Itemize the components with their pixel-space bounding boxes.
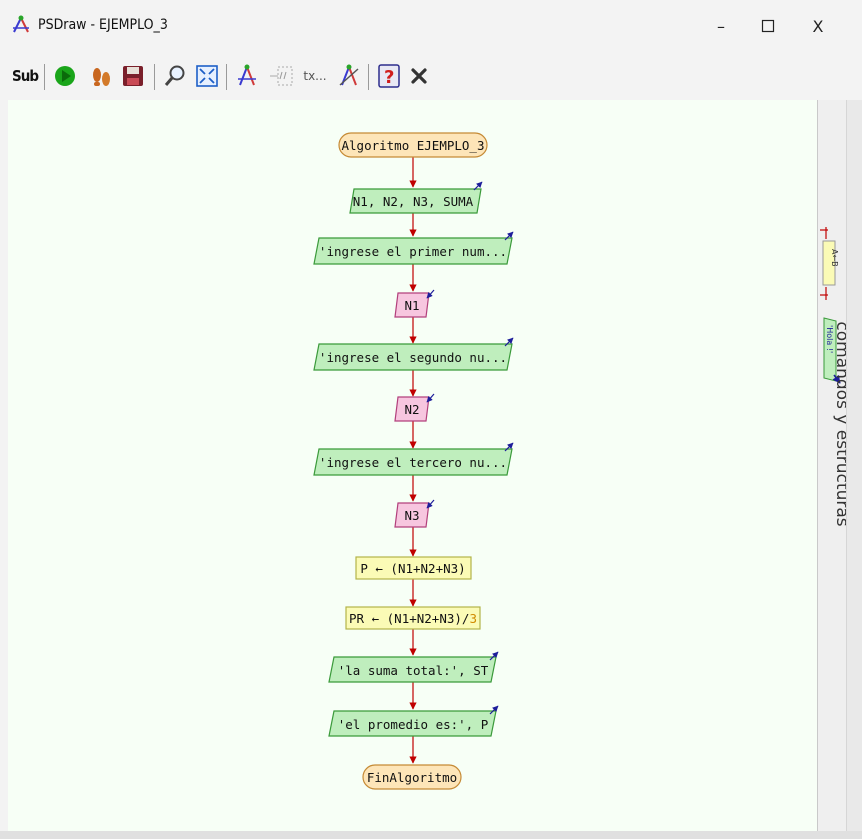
compass-icon [238, 64, 256, 86]
assign-block-2-label: PR ← (N1+N2+N3)/3 [349, 611, 477, 626]
assign-block-2[interactable]: PR ← (N1+N2+N3)/3 [345, 606, 481, 630]
flowchart-svg: Algoritmo EJEMPLO_3 N1, N2, N3, SUMA 'in… [313, 132, 514, 790]
window-title: PSDraw - EJEMPLO_3 [38, 17, 168, 33]
end-terminal-label: FinAlgoritmo [367, 770, 457, 785]
edit-draw-button[interactable] [334, 60, 364, 92]
read-block-2[interactable]: N2 [394, 393, 435, 422]
psdraw-app-icon [13, 15, 29, 33]
assign-tool-label: A←B [830, 249, 839, 267]
read-block-2-label: N2 [404, 402, 419, 417]
text-tool-label: tx... [303, 69, 327, 83]
toolbar-separator [154, 64, 155, 90]
svg-text:?: ? [384, 67, 394, 88]
maximize-icon [761, 19, 775, 33]
comment-button[interactable] [266, 60, 296, 92]
fit-view-button[interactable] [192, 60, 222, 92]
window-bottom-edge [0, 831, 862, 839]
zoom-button[interactable] [160, 60, 190, 92]
help-button[interactable]: ? [374, 60, 404, 92]
close-icon: X [812, 16, 824, 36]
comment-lines-icon [270, 66, 293, 86]
write-block-1-label: 'ingrese el primer num... [319, 244, 507, 259]
write-block-5[interactable]: 'el promedio es:', P [328, 705, 499, 737]
step-by-step-button[interactable] [86, 60, 116, 92]
define-variables-label: N1, N2, N3, SUMA [353, 194, 474, 209]
end-terminal[interactable]: FinAlgoritmo [362, 764, 462, 790]
write-block-2-label: 'ingrese el segundo nu... [319, 350, 507, 365]
read-block-1[interactable]: N1 [394, 289, 435, 318]
commands-side-panel[interactable]: A←B 'Hola !' comandos y estructuras [817, 100, 852, 831]
assign-block-2-expression: PR ← (N1+N2+N3)/ [349, 611, 469, 626]
expand-icon [196, 65, 218, 87]
toolbar: Sub tx... ? [0, 54, 862, 100]
toolbar-separator [44, 64, 45, 90]
define-variables-block[interactable]: N1, N2, N3, SUMA [349, 181, 483, 214]
subprocess-label: Sub [12, 67, 39, 85]
minimize-icon: – [717, 16, 725, 36]
toolbar-separator [226, 64, 227, 90]
floppy-disk-icon [123, 66, 143, 86]
write-block-1[interactable]: 'ingrese el primer num... [313, 231, 514, 265]
flowchart-canvas[interactable]: Algoritmo EJEMPLO_3 N1, N2, N3, SUMA 'in… [8, 100, 817, 831]
write-block-3-label: 'ingrese el tercero nu... [319, 455, 507, 470]
write-block-5-label: 'el promedio es:', P [338, 717, 489, 732]
subprocess-button[interactable]: Sub [8, 60, 42, 92]
close-x-icon [411, 68, 427, 84]
read-block-1-label: N1 [404, 298, 419, 313]
save-button[interactable] [118, 60, 148, 92]
assign-block-1[interactable]: P ← (N1+N2+N3) [355, 556, 472, 580]
magnifier-icon [164, 65, 185, 86]
start-terminal[interactable]: Algoritmo EJEMPLO_3 [338, 132, 488, 158]
vertical-scrollbar[interactable] [846, 100, 862, 831]
assign-block-2-number: 3 [469, 611, 477, 626]
toolbar-separator [368, 64, 369, 90]
read-block-3[interactable]: N3 [394, 499, 435, 528]
assign-tool-icon[interactable]: A←B [820, 227, 839, 300]
title-bar: PSDraw - EJEMPLO_3 – X [0, 0, 862, 54]
assign-block-1-label: P ← (N1+N2+N3) [360, 561, 465, 576]
run-button[interactable] [50, 60, 80, 92]
help-icon: ? [378, 64, 400, 88]
maximize-button[interactable] [748, 10, 788, 42]
close-button[interactable]: X [798, 10, 838, 42]
text-tool-button[interactable]: tx... [298, 60, 332, 92]
start-terminal-label: Algoritmo EJEMPLO_3 [342, 138, 485, 153]
draw-mode-button[interactable] [232, 60, 262, 92]
play-icon [55, 66, 75, 86]
psdraw-window: PSDraw - EJEMPLO_3 – X Sub tx... ? Algor… [0, 0, 862, 839]
read-block-3-label: N3 [404, 508, 419, 523]
close-diagram-button[interactable] [404, 60, 434, 92]
compass-edit-icon [339, 64, 359, 86]
write-block-4[interactable]: 'la suma total:', ST [328, 651, 499, 683]
minimize-button[interactable]: – [701, 10, 741, 42]
footsteps-icon [93, 68, 110, 86]
write-block-4-label: 'la suma total:', ST [338, 663, 489, 678]
